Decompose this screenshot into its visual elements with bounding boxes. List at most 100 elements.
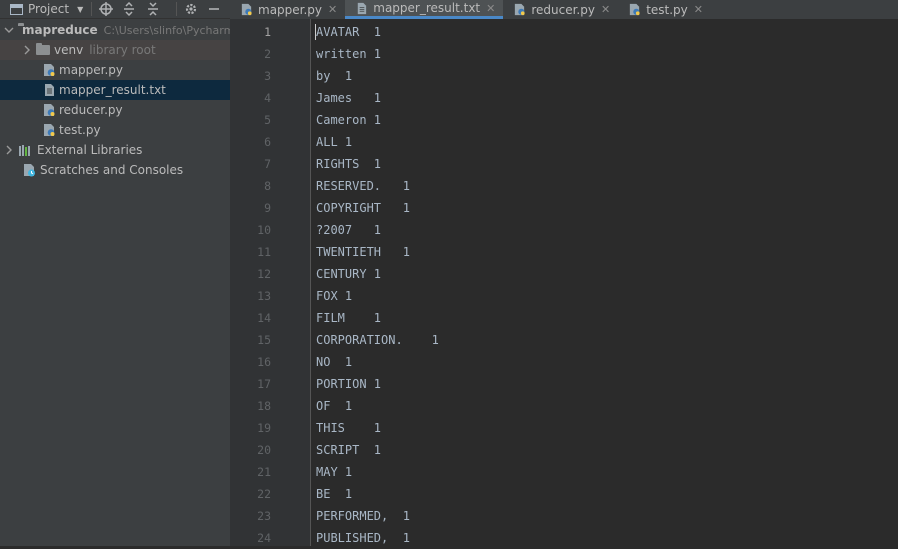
editor-line[interactable]: 5 Cameron 1 xyxy=(230,109,898,131)
tab-label: reducer.py xyxy=(531,2,595,17)
tree-item-reducer-py[interactable]: reducer.py xyxy=(0,100,230,120)
minimize-icon[interactable] xyxy=(207,0,222,18)
editor-line[interactable]: 17 PORTION 1 xyxy=(230,373,898,395)
editor-line[interactable]: 2 written 1 xyxy=(230,43,898,65)
editor-line[interactable]: 4 James 1 xyxy=(230,87,898,109)
python-file-icon xyxy=(42,123,56,137)
line-text: FOX 1 xyxy=(316,289,353,303)
editor-line[interactable]: 21 MAY 1 xyxy=(230,461,898,483)
editor-line[interactable]: 16 NO 1 xyxy=(230,351,898,373)
text-file-icon xyxy=(42,83,56,97)
tab-label: mapper_result.txt xyxy=(373,1,481,15)
tree-item-label: reducer.py xyxy=(59,103,123,117)
tree-item-venv[interactable]: venv library root xyxy=(0,40,230,60)
line-text: BE 1 xyxy=(316,487,353,501)
line-text: FILM 1 xyxy=(316,311,382,325)
header-divider xyxy=(91,2,93,16)
line-number: 15 xyxy=(257,333,271,347)
python-file-icon xyxy=(628,3,641,16)
editor-line[interactable]: 11 TWENTIETH 1 xyxy=(230,241,898,263)
tree-item-label: mapper.py xyxy=(59,63,124,77)
close-icon[interactable]: ✕ xyxy=(486,2,495,15)
collapse-all-icon[interactable] xyxy=(145,0,160,18)
line-number: 5 xyxy=(264,113,271,127)
python-file-icon xyxy=(240,3,253,16)
editor-line[interactable]: 9 COPYRIGHT 1 xyxy=(230,197,898,219)
tree-item-external-libraries[interactable]: External Libraries xyxy=(0,140,230,160)
tree-item-mapper-result-txt[interactable]: mapper_result.txt xyxy=(0,80,230,100)
line-number: 7 xyxy=(264,157,271,171)
python-file-icon xyxy=(42,103,56,117)
locate-file-icon[interactable] xyxy=(98,0,113,18)
editor-line[interactable]: 1 AVATAR 1 xyxy=(230,21,898,43)
editor-line[interactable]: 23 PERFORMED, 1 xyxy=(230,505,898,527)
line-text: RIGHTS 1 xyxy=(316,157,382,171)
tree-item-label: venv xyxy=(54,43,84,57)
tree-item-scratches[interactable]: Scratches and Consoles xyxy=(0,160,230,180)
line-text: PUBLISHED, 1 xyxy=(316,531,410,545)
chevron-right-icon[interactable] xyxy=(22,45,32,55)
editor-line[interactable]: 22 BE 1 xyxy=(230,483,898,505)
editor-text-area[interactable]: 1 AVATAR 1 2 written 1 3 by 1 4 James 1 5 Cameron… xyxy=(230,21,898,549)
tree-item-mapper-py[interactable]: mapper.py xyxy=(0,60,230,80)
editor-line[interactable]: 14 FILM 1 xyxy=(230,307,898,329)
editor-line[interactable]: 7 RIGHTS 1 xyxy=(230,153,898,175)
tree-item-root[interactable]: mapreduce C:\Users\slinfo\PycharmProject… xyxy=(0,20,230,40)
line-number: 12 xyxy=(257,267,271,281)
line-number: 6 xyxy=(264,135,271,149)
editor-line[interactable]: 18 OF 1 xyxy=(230,395,898,417)
line-number: 23 xyxy=(257,509,271,523)
editor-line[interactable]: 6 ALL 1 xyxy=(230,131,898,153)
line-number: 8 xyxy=(264,179,271,193)
gear-icon[interactable] xyxy=(183,0,198,18)
line-number: 13 xyxy=(257,289,271,303)
tree-item-test-py[interactable]: test.py xyxy=(0,120,230,140)
scratches-icon xyxy=(22,163,36,177)
line-text: SCRIPT 1 xyxy=(316,443,382,457)
line-text: PORTION 1 xyxy=(316,377,382,391)
line-text: COPYRIGHT 1 xyxy=(316,201,410,215)
project-view-selector[interactable]: Project ▼ xyxy=(0,0,83,18)
line-text: PERFORMED, 1 xyxy=(316,509,410,523)
editor-line[interactable]: 10 ?2007 1 xyxy=(230,219,898,241)
project-panel: Project ▼ mapreduce C:\Users\slinfo\Pych… xyxy=(0,0,230,546)
editor-line[interactable]: 3 by 1 xyxy=(230,65,898,87)
tab-label: test.py xyxy=(646,2,688,17)
folder-icon xyxy=(36,43,50,55)
editor-line[interactable]: 8 RESERVED. 1 xyxy=(230,175,898,197)
line-number: 3 xyxy=(264,69,271,83)
tab-reducer-py[interactable]: reducer.py ✕ xyxy=(503,0,618,19)
line-text: CORPORATION. 1 xyxy=(316,333,439,347)
editor-line[interactable]: 20 SCRIPT 1 xyxy=(230,439,898,461)
line-number: 16 xyxy=(257,355,271,369)
text-file-icon xyxy=(355,2,368,15)
chevron-down-icon[interactable] xyxy=(4,25,14,35)
library-root-note: library root xyxy=(89,43,156,57)
tree-item-label: mapreduce xyxy=(22,23,98,37)
line-text: THIS 1 xyxy=(316,421,382,435)
editor-line[interactable]: 13 FOX 1 xyxy=(230,285,898,307)
editor-line[interactable]: 19 THIS 1 xyxy=(230,417,898,439)
tab-test-py[interactable]: test.py ✕ xyxy=(618,0,711,19)
tab-mapper-py[interactable]: mapper.py ✕ xyxy=(230,0,345,19)
python-file-icon xyxy=(513,3,526,16)
editor-tabs: mapper.py ✕ mapper_result.txt ✕ reducer.… xyxy=(230,0,898,19)
close-icon[interactable]: ✕ xyxy=(328,3,337,16)
line-number: 14 xyxy=(257,311,271,325)
project-tree: mapreduce C:\Users\slinfo\PycharmProject… xyxy=(0,20,230,180)
expand-all-icon[interactable] xyxy=(121,0,136,18)
tree-item-label: mapper_result.txt xyxy=(59,83,166,97)
editor-line[interactable]: 15 CORPORATION. 1 xyxy=(230,329,898,351)
line-number: 1 xyxy=(264,25,271,39)
editor-line[interactable]: 12 CENTURY 1 xyxy=(230,263,898,285)
close-icon[interactable]: ✕ xyxy=(601,3,610,16)
tab-mapper-result-txt[interactable]: mapper_result.txt ✕ xyxy=(345,0,504,19)
tree-item-label: Scratches and Consoles xyxy=(40,163,184,177)
project-panel-header: Project ▼ xyxy=(0,0,230,19)
chevron-right-icon[interactable] xyxy=(4,145,14,155)
line-text: NO 1 xyxy=(316,355,353,369)
line-number: 18 xyxy=(257,399,271,413)
library-icon xyxy=(18,143,32,157)
close-icon[interactable]: ✕ xyxy=(694,3,703,16)
tree-item-label: External Libraries xyxy=(37,143,143,157)
